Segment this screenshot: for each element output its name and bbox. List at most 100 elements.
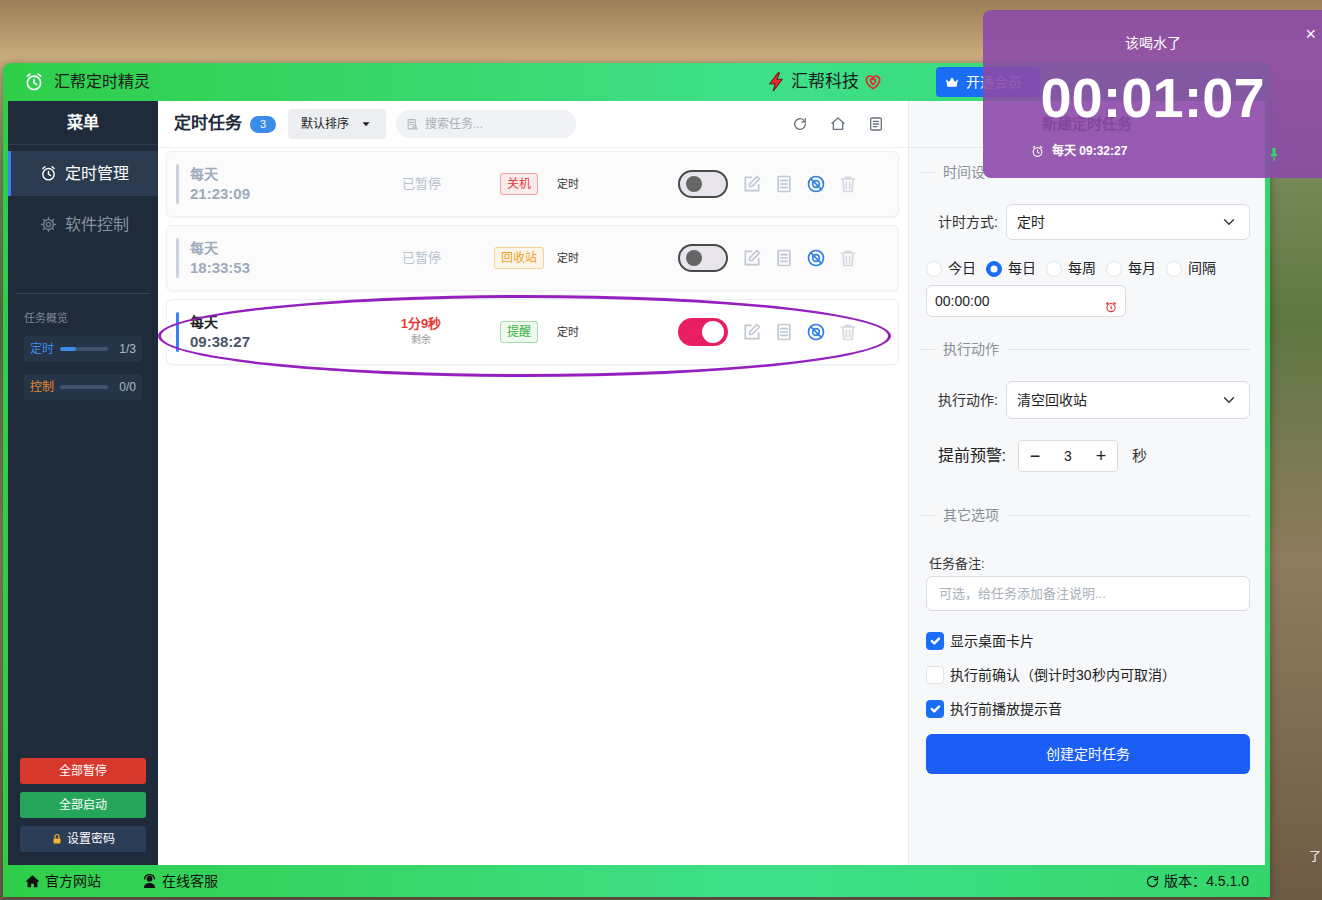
app-title: 汇帮定时精灵 — [54, 70, 150, 94]
brand-name[interactable]: 汇帮科技 — [791, 69, 859, 95]
note-input[interactable] — [926, 576, 1250, 611]
row-marker — [176, 312, 179, 352]
radio-label[interactable]: 每月 — [1128, 258, 1156, 279]
sidebar-label[interactable]: 软件控制 — [65, 213, 129, 237]
section-title: 其它选项 — [943, 507, 999, 523]
search-input[interactable] — [423, 114, 566, 134]
radio-label[interactable]: 每周 — [1068, 258, 1096, 279]
task-toggle[interactable] — [678, 318, 728, 346]
button-label[interactable]: 全部启动 — [59, 796, 107, 814]
log-icon[interactable] — [868, 116, 884, 132]
radio-label[interactable]: 间隔 — [1188, 258, 1216, 279]
row-actions — [742, 174, 858, 194]
close-button[interactable]: × — [1305, 24, 1316, 44]
task-row[interactable]: 每天21:23:09已暂停关机定时 — [166, 151, 899, 217]
copy-icon[interactable] — [774, 322, 794, 342]
alarm-clock-icon — [24, 72, 44, 92]
refresh-icon[interactable] — [792, 116, 808, 132]
task-toggle[interactable] — [678, 170, 728, 198]
version-label[interactable]: 版本：4.5.1.0 — [1164, 871, 1249, 892]
sidebar-item[interactable]: 定时管理 — [8, 151, 158, 196]
trash-icon[interactable] — [838, 248, 858, 268]
stat-track — [60, 385, 108, 389]
task-row[interactable]: 每天09:38:271分9秒剩余提醒定时 — [166, 299, 899, 365]
edit-icon[interactable] — [742, 322, 762, 342]
time-input[interactable] — [926, 285, 1126, 317]
option-checkbox[interactable] — [926, 632, 944, 650]
row-actions — [742, 248, 858, 268]
stat-track — [60, 347, 108, 351]
clean-icon[interactable] — [830, 116, 846, 132]
sidebar-item[interactable]: 软件控制 — [8, 202, 158, 247]
task-row[interactable]: 每天18:33:53已暂停回收站定时 — [166, 225, 899, 291]
option[interactable]: 执行前确认（倒计时30秒内可取消） — [926, 666, 1250, 684]
option-label[interactable]: 执行前确认（倒计时30秒内可取消） — [950, 666, 1176, 684]
brand[interactable]: 汇帮科技 — [765, 69, 883, 95]
copy-icon[interactable] — [774, 248, 794, 268]
repeat-radio[interactable] — [1166, 261, 1182, 277]
sidebar-button[interactable]: 全部暂停 — [20, 758, 146, 784]
repeat-option[interactable]: 每月 — [1106, 258, 1156, 279]
repeat-option[interactable]: 每日 — [986, 258, 1036, 279]
button-label[interactable]: 全部暂停 — [59, 762, 107, 780]
mode-select[interactable]: 定时 — [1006, 204, 1250, 240]
field-label: 任务备注: — [929, 556, 1250, 572]
repeat-radio[interactable] — [926, 261, 942, 277]
reminder-card[interactable]: 该喝水了×00:01:07每天 09:32:27 — [983, 10, 1322, 178]
warn-value[interactable]: 3 — [1051, 446, 1085, 467]
repeat-option[interactable]: 今日 — [926, 258, 976, 279]
repeat-radio[interactable] — [986, 261, 1002, 277]
task-repeat: 每天 — [190, 238, 356, 258]
repeat-option[interactable]: 每周 — [1046, 258, 1096, 279]
disable-icon[interactable] — [806, 322, 826, 342]
sidebar-button[interactable]: 设置密码 — [20, 826, 146, 852]
repeat-radio[interactable] — [1046, 261, 1062, 277]
task-time: 18:33:53 — [190, 258, 356, 278]
create-button[interactable]: 创建定时任务 — [926, 734, 1250, 774]
minus-button[interactable]: − — [1019, 442, 1051, 470]
disable-icon[interactable] — [806, 248, 826, 268]
sort-dropdown[interactable]: 默认排序 — [288, 109, 386, 139]
warn-row: 提前预警:−3+秒 — [926, 440, 1250, 472]
trash-icon[interactable] — [838, 174, 858, 194]
sidebar-label[interactable]: 定时管理 — [65, 162, 129, 186]
option-label[interactable]: 执行前播放提示音 — [950, 700, 1062, 718]
option-label[interactable]: 显示桌面卡片 — [950, 632, 1034, 650]
button-label[interactable]: 设置密码 — [67, 830, 115, 848]
task-status: 已暂停 — [356, 250, 486, 266]
sidebar-button[interactable]: 全部启动 — [20, 792, 146, 818]
status-link[interactable]: 在线客服 — [141, 871, 218, 892]
pin-icon[interactable] — [1266, 147, 1282, 163]
radio-label[interactable]: 每日 — [1008, 258, 1036, 279]
stat-count: 0/0 — [119, 378, 136, 396]
radio-label[interactable]: 今日 — [948, 258, 976, 279]
alarm-icon[interactable] — [1104, 300, 1118, 314]
option[interactable]: 执行前播放提示音 — [926, 700, 1250, 718]
disable-icon[interactable] — [806, 174, 826, 194]
option-checkbox[interactable] — [926, 666, 944, 684]
action-select[interactable]: 清空回收站 — [1006, 381, 1250, 419]
status-text: 已暂停 — [402, 176, 441, 192]
edit-icon[interactable] — [742, 248, 762, 268]
highlight-ellipse — [158, 295, 891, 377]
link-label[interactable]: 官方网站 — [45, 871, 101, 892]
task-toggle[interactable] — [678, 244, 728, 272]
copy-icon[interactable] — [774, 174, 794, 194]
task-tag: 提醒 — [500, 321, 538, 343]
clock-icon — [1031, 145, 1044, 158]
status-link[interactable]: 官方网站 — [24, 871, 101, 892]
version[interactable]: 版本：4.5.1.0 — [1145, 871, 1249, 892]
create-label[interactable]: 创建定时任务 — [1046, 746, 1130, 762]
option[interactable]: 显示桌面卡片 — [926, 632, 1250, 650]
repeat-radio[interactable] — [1106, 261, 1122, 277]
sort-label[interactable]: 默认排序 — [301, 115, 349, 133]
plus-button[interactable]: + — [1085, 442, 1117, 470]
repeat-option[interactable]: 间隔 — [1166, 258, 1216, 279]
task-title: 定时任务 — [174, 111, 242, 137]
option-checkbox[interactable] — [926, 700, 944, 718]
edit-icon[interactable] — [742, 174, 762, 194]
search-field[interactable] — [396, 110, 576, 138]
trash-icon[interactable] — [838, 322, 858, 342]
link-label[interactable]: 在线客服 — [162, 871, 218, 892]
crown-icon — [944, 74, 960, 90]
